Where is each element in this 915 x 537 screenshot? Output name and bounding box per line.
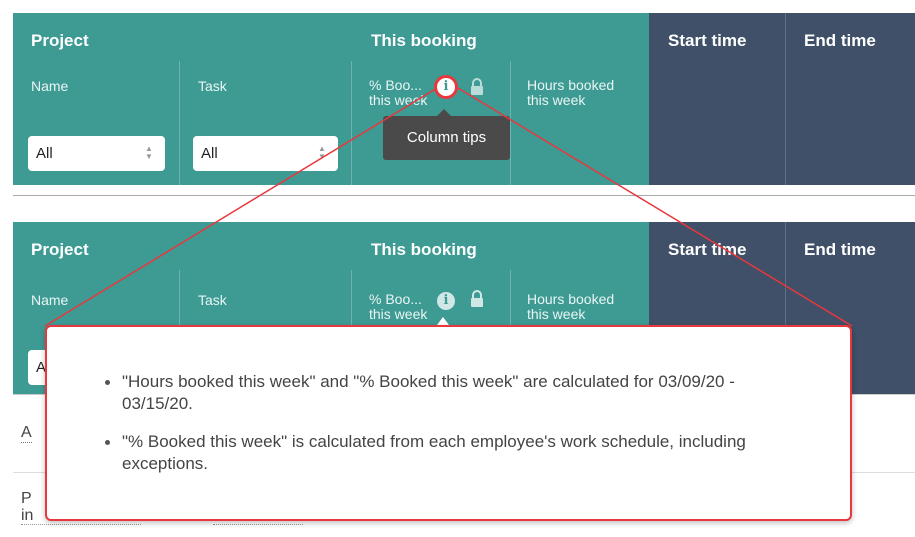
this-booking-header: This booking: [371, 240, 477, 259]
sort-arrows-icon: ▲ ▼: [318, 144, 326, 161]
start-time-header[interactable]: Start time: [668, 31, 746, 51]
column-tips-list: "Hours booked this week" and "% Booked t…: [102, 371, 802, 491]
end-time-header[interactable]: End time: [804, 240, 876, 260]
pct-booked-label-line1: % Boo...: [369, 77, 422, 93]
table-row-stub[interactable]: P in: [21, 490, 33, 524]
name-column-header[interactable]: Name: [31, 292, 68, 308]
pct-booked-column-header[interactable]: % Boo... this week: [369, 292, 427, 322]
pct-booked-label-line1: % Boo...: [369, 291, 422, 307]
name-filter-select[interactable]: All ▲ ▼: [28, 136, 165, 171]
hours-booked-label-line2: this week: [527, 306, 586, 322]
hours-booked-label-line2: this week: [527, 92, 586, 108]
column-tips-popover: "Hours booked this week" and "% Booked t…: [45, 325, 852, 521]
start-time-header[interactable]: Start time: [668, 240, 746, 260]
task-column-header[interactable]: Task: [198, 292, 227, 308]
info-icon[interactable]: i: [437, 78, 455, 96]
task-filter-value: All: [201, 145, 218, 162]
pct-booked-column-header[interactable]: % Boo... this week: [369, 78, 427, 108]
table-header-top: Project This booking Start time End time…: [13, 13, 915, 196]
column-divider: [179, 61, 180, 185]
column-divider: [510, 61, 511, 185]
task-column-header[interactable]: Task: [198, 78, 227, 94]
navy-divider: [785, 13, 786, 185]
project-link-stub[interactable]: [21, 524, 141, 525]
popover-caret: [437, 317, 449, 325]
hours-booked-label-line1: Hours booked: [527, 291, 615, 307]
name-column-header[interactable]: Name: [31, 78, 68, 94]
hours-booked-column-header[interactable]: Hours booked this week: [527, 78, 614, 108]
lock-icon: [471, 290, 483, 307]
this-booking-header: This booking: [371, 31, 477, 50]
row-stub-line2: in: [21, 507, 34, 524]
lock-icon: [471, 78, 483, 95]
column-tips-tooltip: Column tips: [383, 109, 510, 160]
row-stub-line1: P: [21, 490, 32, 507]
pct-booked-label-line2: this week: [369, 306, 428, 322]
column-divider: [351, 61, 352, 185]
project-header: Project: [31, 240, 89, 259]
end-time-header[interactable]: End time: [804, 31, 876, 51]
column-tip-item: "% Booked this week" is calculated from …: [102, 431, 802, 475]
hours-booked-label-line1: Hours booked: [527, 77, 615, 93]
pct-booked-label-line2: this week: [369, 92, 428, 108]
project-header: Project: [31, 31, 89, 50]
hours-booked-column-header[interactable]: Hours booked this week: [527, 292, 614, 322]
sort-arrows-icon: ▲ ▼: [145, 144, 153, 161]
task-filter-select[interactable]: All ▲ ▼: [193, 136, 338, 171]
column-tip-item: "Hours booked this week" and "% Booked t…: [102, 371, 802, 415]
info-icon[interactable]: i: [437, 292, 455, 310]
name-filter-value: All: [36, 145, 53, 162]
task-link-stub[interactable]: [213, 524, 303, 525]
table-row-stub[interactable]: A: [21, 424, 32, 443]
